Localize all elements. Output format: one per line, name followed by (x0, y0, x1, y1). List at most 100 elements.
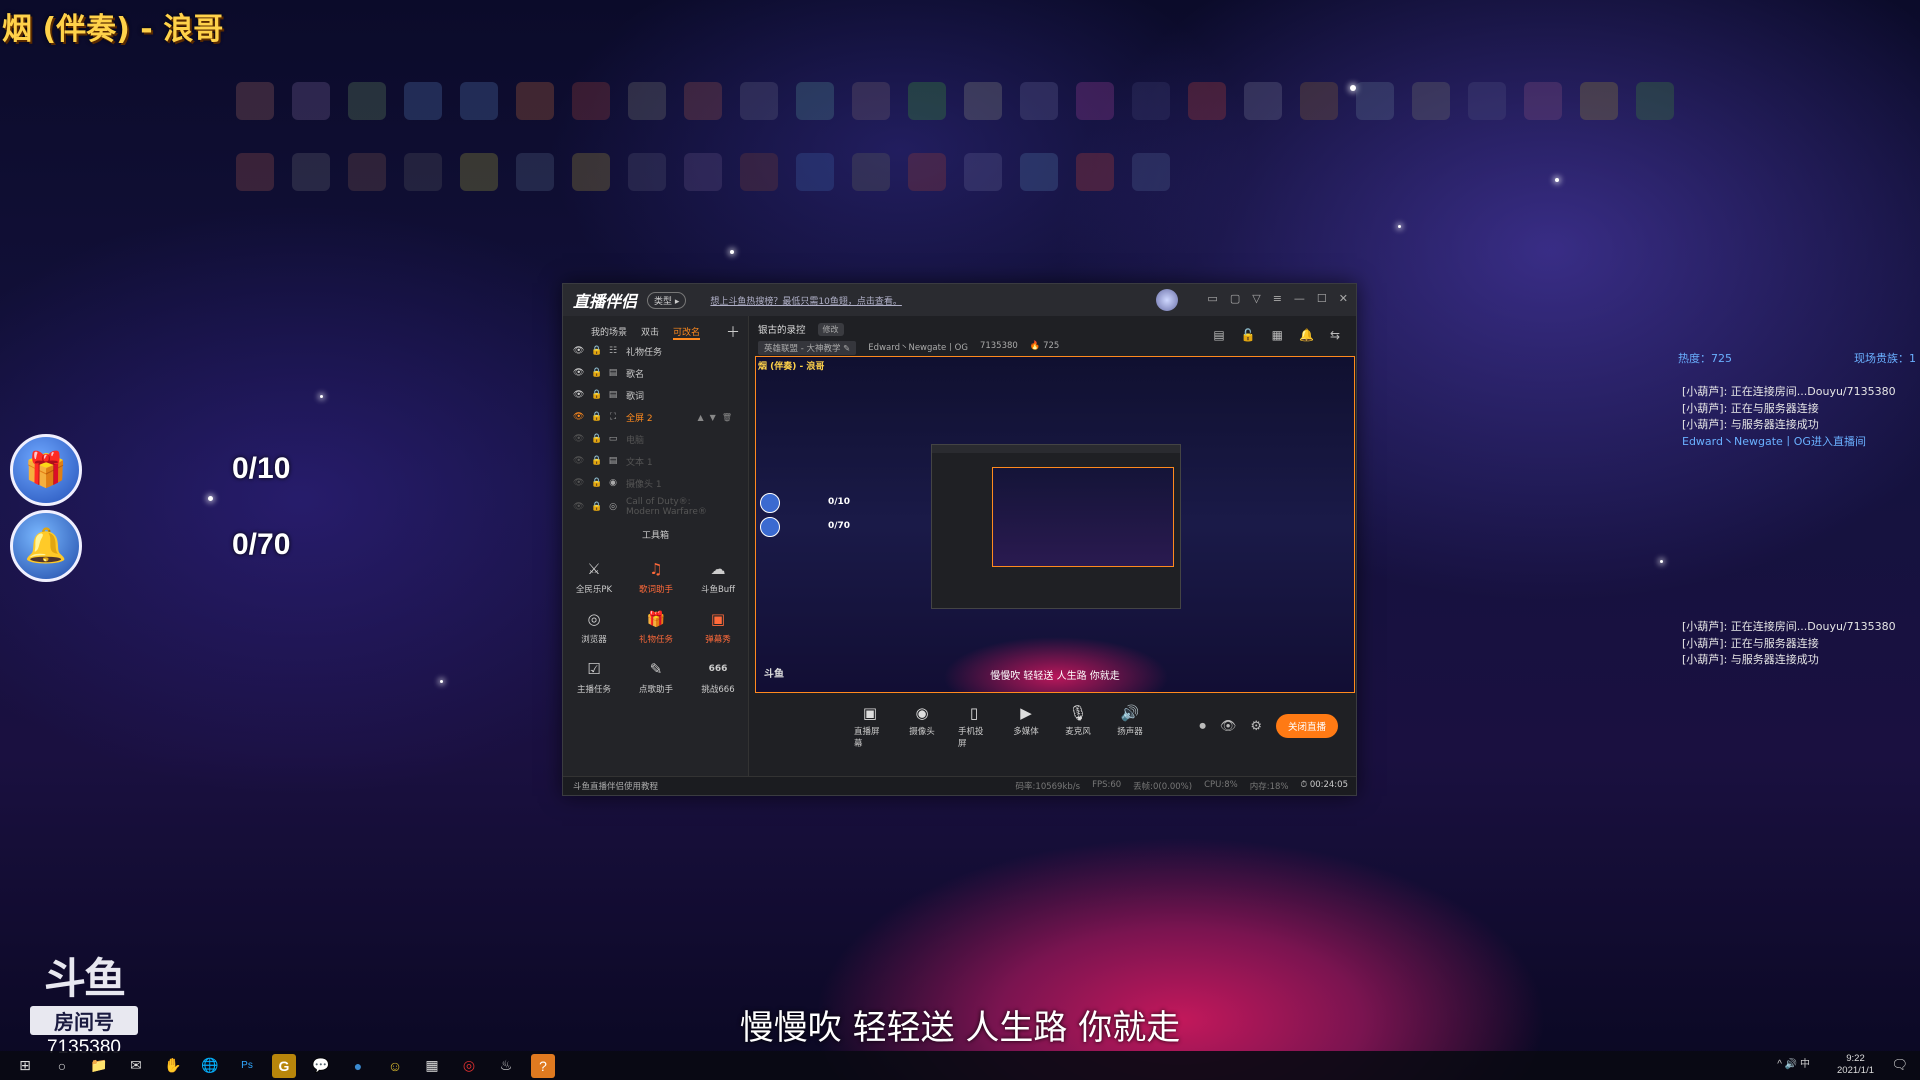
lock-icon[interactable]: 🔒 (591, 502, 602, 512)
desktop-icon[interactable] (964, 153, 1002, 191)
smile-app-icon[interactable]: ☺ (383, 1054, 407, 1078)
tool-song-request[interactable]: ✎ 点歌助手 (639, 659, 673, 695)
desktop-icon[interactable] (404, 153, 442, 191)
desktop-icon[interactable] (1524, 82, 1562, 120)
notification-icon[interactable]: 🗨 (1891, 1057, 1908, 1073)
microphone-button[interactable]: 🎙 麦克风 (1062, 704, 1094, 749)
hand-icon[interactable]: ✋ (161, 1054, 185, 1078)
desktop-icon[interactable] (516, 82, 554, 120)
source-item-text-1[interactable]: 👁 🔒 ▤ 文本 1 (563, 450, 748, 472)
lock-icon[interactable]: 🔒 (591, 412, 602, 422)
eye-icon[interactable]: 👁 (573, 412, 584, 422)
tool-challenge-666[interactable]: 666 挑战666 (701, 659, 734, 695)
desktop-icon[interactable] (1020, 153, 1058, 191)
desktop-icon[interactable] (516, 153, 554, 191)
lock-icon[interactable]: 🔒 (591, 368, 602, 378)
g-app-icon[interactable]: G (272, 1053, 296, 1078)
type-button[interactable]: 类型 ▸ (647, 291, 687, 309)
tool-danmaku-show[interactable]: ▣ 弹幕秀 (705, 609, 731, 645)
desktop-icon[interactable] (572, 153, 610, 191)
app-icon[interactable]: ● (346, 1054, 370, 1078)
desktop-icon[interactable] (908, 82, 946, 120)
skin-icon[interactable]: ▢ (1230, 292, 1240, 305)
desktop-icon[interactable] (404, 82, 442, 120)
desktop-icon[interactable] (236, 153, 274, 191)
speaker-button[interactable]: 🔊 扬声器 (1114, 704, 1146, 749)
stream-preview[interactable]: 烟 (伴奏) - 浪哥 0/10 0/70 斗鱼 慢慢吹 轻轻送 人生路 你就走 (755, 356, 1355, 693)
maximize-icon[interactable]: ☐ (1317, 292, 1327, 305)
scene-tab-renamable[interactable]: 可改名 (673, 325, 701, 340)
source-item-fullscreen-2[interactable]: 👁 🔒 ⛶ 全屏 2 ▲▼🗑 (563, 406, 748, 428)
scene-tab-my-scenes[interactable]: 我的场景 (591, 325, 627, 340)
screen-icon[interactable]: ▭ (1207, 292, 1217, 305)
eye-off-icon[interactable]: 👁 (573, 434, 584, 444)
desktop-icon[interactable] (964, 82, 1002, 120)
source-item-gift-task[interactable]: 👁 🔒 ☷ 礼物任务 (563, 340, 748, 362)
desktop-icon[interactable] (628, 153, 666, 191)
category-selector[interactable]: 英雄联盟 - 大神教学 ✎ (758, 341, 857, 355)
desktop-icon[interactable] (1580, 82, 1618, 120)
desktop-icon[interactable] (572, 82, 610, 120)
record-icon[interactable]: ⏺ (1199, 719, 1206, 734)
lock-icon[interactable]: 🔒 (591, 434, 602, 444)
eye-off-icon[interactable]: 👁 (573, 456, 584, 466)
desktop-icon[interactable] (348, 153, 386, 191)
hot-search-notice-link[interactable]: 想上斗鱼热搜榜？最低只需10鱼翅，点击查看。 (710, 294, 901, 307)
eye-icon[interactable]: 👁 (573, 346, 584, 356)
desktop-icon[interactable] (236, 82, 274, 120)
help-app-icon[interactable]: ? (531, 1053, 555, 1078)
netease-music-icon[interactable]: ◎ (457, 1054, 481, 1078)
desktop-icon[interactable] (740, 153, 778, 191)
tool-streamer-task[interactable]: ☑ 主播任务 (577, 659, 611, 695)
desktop-icon[interactable] (460, 82, 498, 120)
source-item-lyrics[interactable]: 👁 🔒 ▤ 歌词 (563, 384, 748, 406)
desktop-icon[interactable] (852, 82, 890, 120)
desktop-icon[interactable] (1244, 82, 1282, 120)
desktop-icon[interactable] (1356, 82, 1394, 120)
eye-off-icon[interactable]: 👁 (573, 478, 584, 488)
edit-title-button[interactable]: 修改 (817, 322, 844, 336)
eye-icon[interactable]: 👁 (573, 390, 584, 400)
desktop-icon[interactable] (292, 153, 330, 191)
wechat-icon[interactable]: 💬 (309, 1054, 333, 1078)
desktop-icon[interactable] (1132, 153, 1170, 191)
desktop-icon[interactable] (740, 82, 778, 120)
lock-icon[interactable]: 🔒 (591, 478, 602, 488)
tool-pk[interactable]: ⚔ 全民乐PK (576, 559, 612, 595)
add-scene-icon[interactable]: ＋ (726, 322, 740, 342)
filter-icon[interactable]: ▽ (1252, 292, 1260, 305)
settings-icon[interactable]: ⚙ (1250, 719, 1262, 734)
tool-douyu-buff[interactable]: ☁ 斗鱼Buff (701, 559, 735, 595)
steam-icon[interactable]: ♨ (494, 1054, 518, 1078)
source-item-computer[interactable]: 👁 🔒 ▭ 电脑 (563, 428, 748, 450)
desktop-icon[interactable] (1020, 82, 1058, 120)
bell-icon[interactable]: 🔔 (1299, 328, 1314, 342)
tool-lyrics-helper[interactable]: ♫ 歌词助手 (639, 559, 673, 595)
menu-icon[interactable]: ≡ (1273, 292, 1282, 305)
avatar[interactable] (1156, 289, 1178, 311)
clock[interactable]: 9:22 2021/1/1 (1837, 1053, 1874, 1077)
start-icon[interactable]: ⊞ (13, 1054, 37, 1078)
desktop-icon[interactable] (684, 82, 722, 120)
photoshop-icon[interactable]: Ps (235, 1054, 259, 1078)
desktop-icon[interactable] (1076, 82, 1114, 120)
media-button[interactable]: ▶ 多媒体 (1010, 704, 1042, 749)
desktop-icon[interactable] (796, 82, 834, 120)
eye-icon[interactable]: 👁 (1220, 719, 1237, 734)
unlock-icon[interactable]: 🔓 (1241, 328, 1256, 342)
source-item-song-name[interactable]: 👁 🔒 ▤ 歌名 (563, 362, 748, 384)
scene-tab-double-click[interactable]: 双击 (641, 325, 659, 340)
desktop-icon[interactable] (1076, 153, 1114, 191)
mail-icon[interactable]: ✉ (124, 1054, 148, 1078)
folder-icon[interactable]: 📁 (87, 1054, 111, 1078)
search-icon[interactable]: ○ (50, 1054, 74, 1078)
desktop-icon[interactable] (908, 153, 946, 191)
eye-icon[interactable]: 👁 (573, 368, 584, 378)
desktop-icon[interactable] (1188, 82, 1226, 120)
desktop-icon[interactable] (852, 153, 890, 191)
source-item-camera-1[interactable]: 👁 🔒 ◉ 摄像头 1 (563, 472, 748, 494)
phone-cast-button[interactable]: ▯ 手机投屏 (958, 704, 990, 749)
desktop-icon[interactable] (348, 82, 386, 120)
title-bar[interactable]: 直播伴侣 类型 ▸ 想上斗鱼热搜榜？最低只需10鱼翅，点击查看。 ▭ ▢ ▽ ≡… (563, 284, 1356, 316)
share-icon[interactable]: ⇆ (1330, 328, 1340, 342)
